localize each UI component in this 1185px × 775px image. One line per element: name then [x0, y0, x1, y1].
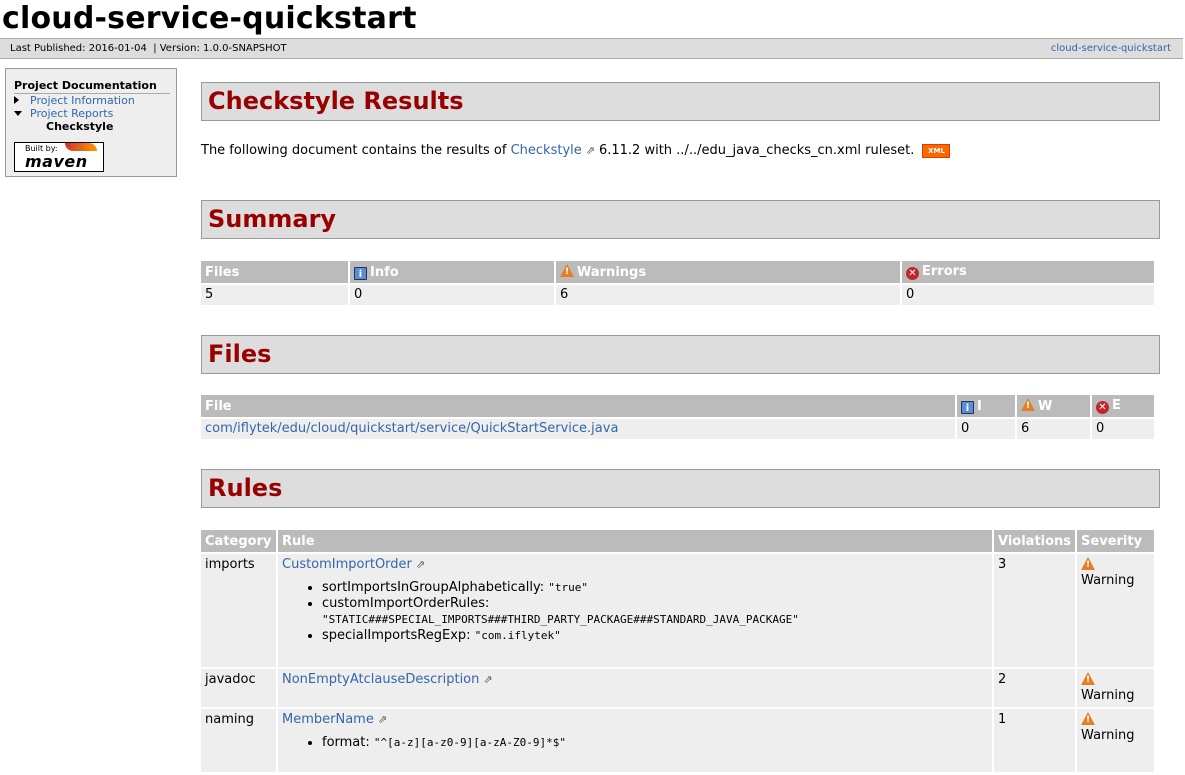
file-info-count: 0 — [957, 419, 1015, 439]
col-i: iI — [957, 395, 1015, 419]
files-table: File iI ! W ✕ E com/iflytek/edu/cloud/quic… — [199, 395, 1156, 439]
nav-item-project-reports[interactable]: Project Reports — [14, 107, 176, 120]
files-count: 5 — [201, 285, 348, 305]
collapsed-arrow-icon — [14, 96, 19, 104]
warning-icon: ! — [1081, 557, 1096, 570]
col-violations: Violations — [994, 530, 1076, 554]
table-row: javadoc NonEmptyAtclauseDescription ⇗ 2 !… — [201, 667, 1154, 707]
files-heading: Files — [208, 340, 272, 368]
list-item: specialImportsRegExp: "com.iflytek" — [322, 628, 988, 644]
intro-paragraph: The following document contains the resu… — [201, 141, 951, 161]
left-navigation: Project Documentation Project Informatio… — [5, 68, 177, 177]
nav-heading: Project Documentation — [14, 79, 170, 94]
summary-table: Files i Info ! Warnings ✕ Errors 5 0 6 0 — [199, 261, 1156, 305]
expanded-arrow-icon — [14, 111, 22, 116]
files-header-row: File iI ! W ✕ E — [201, 395, 1154, 419]
warning-icon: ! — [1021, 398, 1035, 411]
error-icon: ✕ — [906, 267, 919, 280]
external-link-icon: ⇗ — [585, 144, 595, 157]
external-link-icon: ⇗ — [377, 713, 388, 726]
page-title: Checkstyle Results — [208, 87, 464, 115]
rule-category: naming — [201, 707, 276, 772]
col-e: ✕ E — [1092, 395, 1154, 419]
list-item: sortImportsInGroupAlphabetically: "true" — [322, 580, 988, 596]
col-rule: Rule — [278, 530, 992, 554]
rule-link-membername[interactable]: MemberName — [282, 712, 374, 727]
warnings-count: 6 — [556, 285, 900, 305]
rule-category: javadoc — [201, 667, 276, 707]
list-item: format: "^[a-z][a-z0-9][a-zA-Z0-9]*$" — [322, 735, 988, 751]
maven-wordmark: maven — [25, 152, 88, 171]
error-icon: ✕ — [1096, 401, 1109, 414]
info-icon: i — [354, 266, 367, 280]
col-severity: Severity — [1077, 530, 1154, 554]
col-w: ! W — [1017, 395, 1090, 419]
file-warning-count: 6 — [1017, 419, 1090, 439]
xml-badge-link[interactable]: XML — [922, 144, 951, 158]
project-home-link[interactable]: cloud-service-quickstart — [1051, 39, 1171, 58]
warning-icon: ! — [1081, 672, 1096, 685]
errors-count: 0 — [902, 285, 1154, 305]
rule-link-customimportorder[interactable]: CustomImportOrder — [282, 557, 412, 572]
warning-icon: ! — [1081, 712, 1096, 725]
col-warnings: ! Warnings — [556, 261, 900, 285]
version: | Version: 1.0.0-SNAPSHOT — [153, 43, 287, 54]
info-icon: i — [961, 400, 974, 414]
table-row: com/iflytek/edu/cloud/quickstart/service… — [201, 419, 1154, 439]
rules-heading: Rules — [208, 474, 283, 502]
rules-section-header: Rules — [201, 469, 1160, 508]
info-count: 0 — [350, 285, 554, 305]
rules-table: Category Rule Violations Severity import… — [199, 530, 1156, 772]
table-row: imports CustomImportOrder⇗ sortImportsIn… — [201, 554, 1154, 667]
list-item: customImportOrderRules:"STATIC###SPECIAL… — [322, 596, 988, 628]
rule-category: imports — [201, 554, 276, 667]
maven-feather-icon — [65, 143, 97, 151]
rule-properties: sortImportsInGroupAlphabetically: "true"… — [282, 580, 988, 644]
file-error-count: 0 — [1092, 419, 1154, 439]
external-link-icon: ⇗ — [415, 558, 426, 571]
built-by-maven-logo[interactable]: Built by: maven — [14, 142, 104, 172]
files-section-header: Files — [201, 335, 1160, 374]
table-row: naming MemberName⇗ format: "^[a-z][a-z0-… — [201, 707, 1154, 772]
rule-link-nonemptyatclausedescription[interactable]: NonEmptyAtclauseDescription — [282, 672, 479, 687]
rules-header-row: Category Rule Violations Severity — [201, 530, 1154, 554]
summary-header-row: Files i Info ! Warnings ✕ Errors — [201, 261, 1154, 285]
banner: cloud-service-quickstart — [0, 0, 1185, 38]
external-link-icon: ⇗ — [483, 673, 493, 686]
warning-icon: ! — [560, 264, 574, 277]
summary-heading: Summary — [208, 205, 337, 233]
summary-section-header: Summary — [201, 200, 1160, 239]
col-errors: ✕ Errors — [902, 261, 1154, 285]
rule-severity: ! Warning — [1077, 707, 1154, 772]
col-file: File — [201, 395, 955, 419]
file-link[interactable]: com/iflytek/edu/cloud/quickstart/service… — [205, 421, 618, 436]
nav-link-project-reports[interactable]: Project Reports — [30, 107, 113, 120]
rule-violations: 2 — [994, 667, 1076, 707]
summary-row: 5 0 6 0 — [201, 285, 1154, 305]
nav-link-project-information[interactable]: Project Information — [30, 94, 135, 107]
col-info: i Info — [350, 261, 554, 285]
last-published: Last Published: 2016-01-04 — [10, 43, 147, 54]
checkstyle-link[interactable]: Checkstyle — [511, 143, 582, 158]
rule-violations: 1 — [994, 707, 1076, 772]
rule-severity: ! Warning — [1077, 554, 1154, 667]
checkstyle-results-header: Checkstyle Results — [201, 82, 1160, 121]
rule-severity: ! Warning — [1077, 667, 1154, 707]
nav-item-checkstyle: Checkstyle — [46, 120, 114, 133]
breadcrumbs-bar: Last Published: 2016-01-04 | Version: 1.… — [0, 38, 1183, 59]
nav-item-project-information[interactable]: Project Information — [14, 94, 176, 107]
col-category: Category — [201, 530, 276, 554]
rule-violations: 3 — [994, 554, 1076, 667]
rule-properties: format: "^[a-z][a-z0-9][a-zA-Z0-9]*$" — [282, 735, 988, 751]
col-files: Files — [201, 261, 348, 285]
page-header-title: cloud-service-quickstart — [2, 1, 417, 36]
